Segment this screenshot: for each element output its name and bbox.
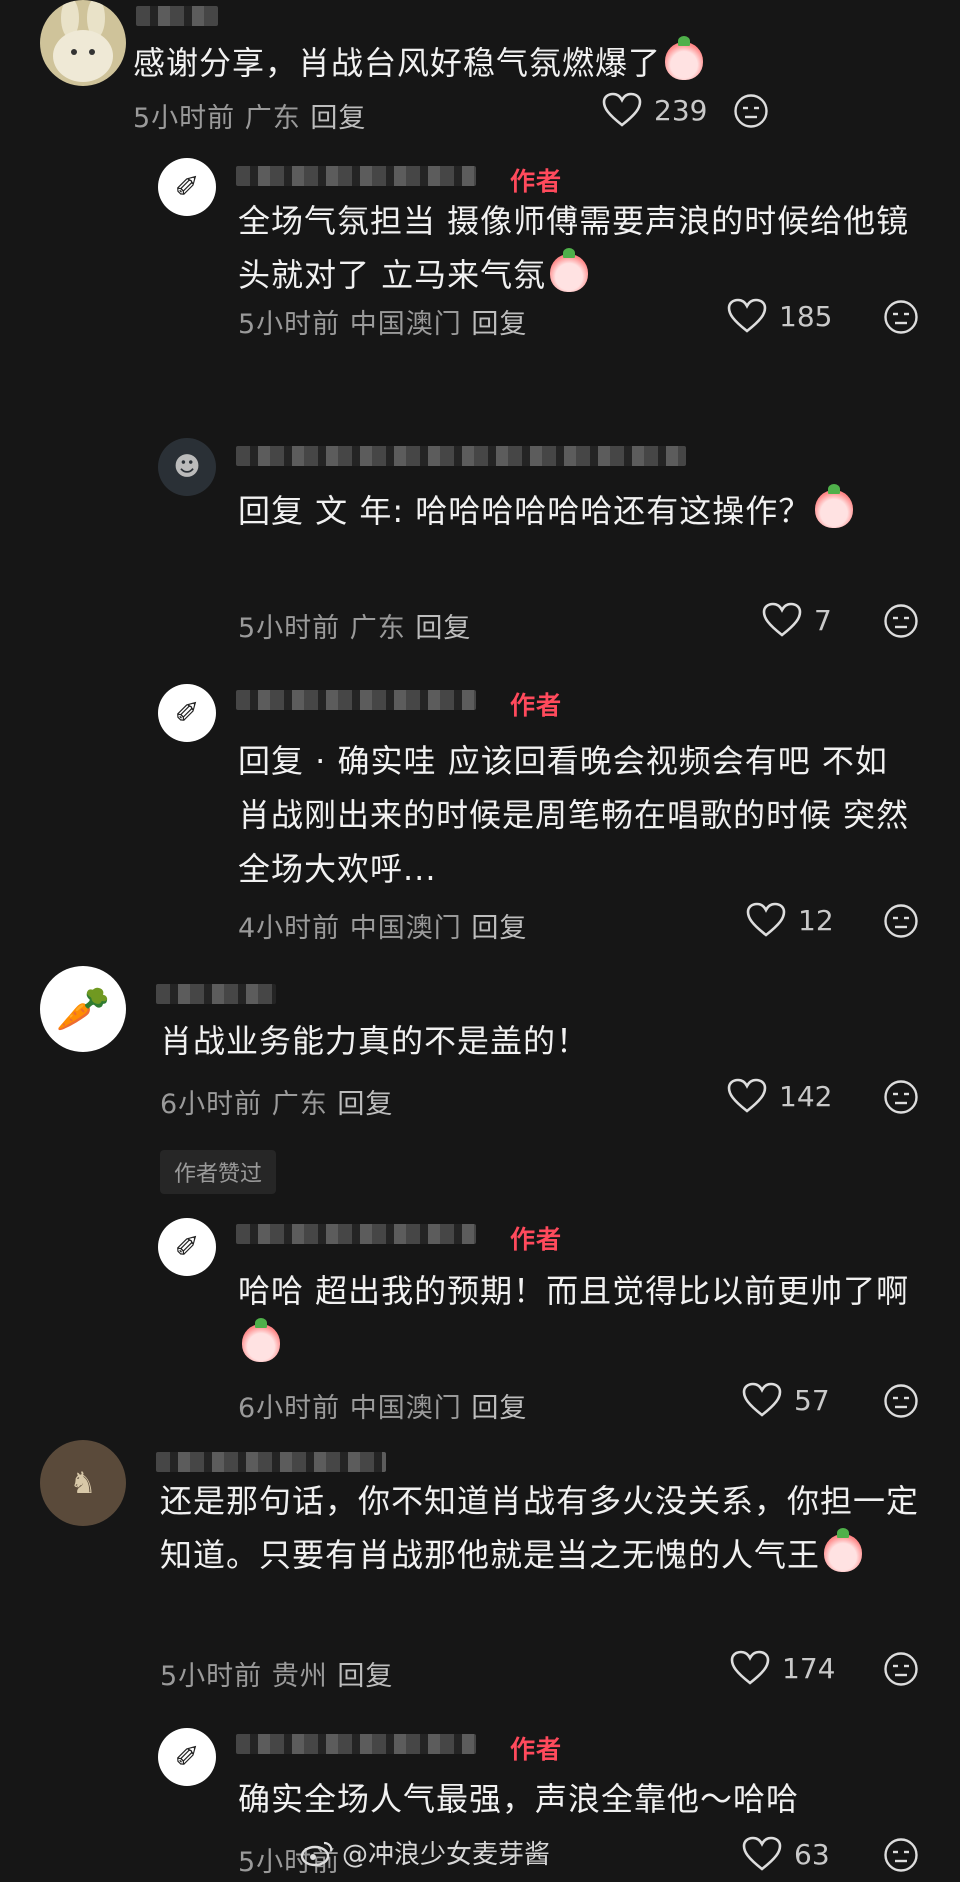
neutral-face-icon[interactable] xyxy=(883,1079,919,1115)
reply-button[interactable]: 回复 xyxy=(310,103,366,134)
username-mosaic xyxy=(236,690,476,710)
reply-button[interactable]: 回复 xyxy=(337,1089,393,1120)
peach-emoji-icon xyxy=(242,1318,280,1362)
like-button[interactable]: 7 xyxy=(762,602,832,638)
neutral-face-icon[interactable] xyxy=(733,93,769,129)
author-badge: 作者 xyxy=(510,167,563,196)
username-mosaic xyxy=(236,166,476,186)
reply-button[interactable]: 回复 xyxy=(415,613,471,644)
peach-emoji-icon xyxy=(815,484,854,528)
comment-text: 哈哈 超出我的预期！而且觉得比以前更帅了啊 xyxy=(238,1264,920,1372)
avatar-rabbit[interactable] xyxy=(40,0,126,86)
heart-outline-icon xyxy=(730,1650,770,1685)
comment-meta: 6小时前 广东 回复 xyxy=(160,1089,394,1120)
like-button[interactable]: 239 xyxy=(602,92,707,128)
liked-by-author-tag: 作者赞过 xyxy=(160,1150,277,1194)
neutral-face-icon[interactable] xyxy=(883,1651,919,1687)
comment-text: 全场气氛担当 摄像师傅需要声浪的时候给他镜头就对了 立马来气氛 xyxy=(238,202,910,294)
comment-text: 肖战业务能力真的不是盖的！ xyxy=(160,1022,590,1060)
avatar-author[interactable]: ✐ xyxy=(158,1218,216,1276)
comment-text: 还是那句话，你不知道肖战有多火没关系，你担一定知道。只要有肖战那他就是当之无愧的… xyxy=(160,1482,920,1574)
avatar-author[interactable]: ✐ xyxy=(158,158,216,216)
reply-button[interactable]: 回复 xyxy=(337,1661,393,1692)
like-button[interactable]: 12 xyxy=(746,902,834,938)
reply-button[interactable]: 回复 xyxy=(471,309,527,340)
like-button[interactable]: 174 xyxy=(730,1650,835,1686)
comment-meta: 4小时前 中国澳门 回复 xyxy=(238,913,528,944)
username-mosaic xyxy=(236,446,686,466)
peach-emoji-icon xyxy=(824,1528,863,1572)
reply-button[interactable]: 回复 xyxy=(471,913,527,944)
like-button[interactable]: 63 xyxy=(742,1836,830,1872)
heart-outline-icon xyxy=(727,1078,767,1113)
avatar-author[interactable]: ✐ xyxy=(158,684,216,742)
neutral-face-icon[interactable] xyxy=(883,1383,919,1419)
username-mosaic xyxy=(136,6,218,26)
avatar-user[interactable]: ♞ xyxy=(40,1440,126,1526)
heart-outline-icon xyxy=(762,602,802,637)
comment-text: 回复 文 年: 哈哈哈哈哈哈还有这操作？ xyxy=(238,484,920,538)
neutral-face-icon[interactable] xyxy=(883,903,919,939)
watermark: @冲浪少女麦芽酱 xyxy=(300,1834,550,1871)
avatar-author[interactable]: ✐ xyxy=(158,1728,216,1786)
comment-text: 确实全场人气最强，声浪全靠他～哈哈 xyxy=(238,1780,800,1818)
comment-meta: 5小时前 广东 回复 xyxy=(133,103,367,134)
comment-meta: 5小时前 广东 回复 xyxy=(238,613,472,644)
username-mosaic xyxy=(156,1452,386,1472)
neutral-face-icon[interactable] xyxy=(883,299,919,335)
comment-meta: 6小时前 中国澳门 回复 xyxy=(238,1393,528,1424)
comment-text: 回复 · 确实哇 应该回看晚会视频会有吧 不如肖战刚出来的时候是周笔畅在唱歌的时… xyxy=(238,742,910,888)
comment-meta: 5小时前 贵州 回复 xyxy=(160,1661,394,1692)
like-button[interactable]: 57 xyxy=(742,1382,830,1418)
avatar-carrot[interactable]: 🥕 xyxy=(40,966,126,1052)
heart-outline-icon xyxy=(746,902,786,937)
peach-emoji-icon xyxy=(550,248,589,292)
like-button[interactable]: 142 xyxy=(727,1078,832,1114)
reply-button[interactable]: 回复 xyxy=(471,1393,527,1424)
heart-outline-icon xyxy=(602,92,642,127)
author-badge: 作者 xyxy=(510,1735,563,1764)
like-button[interactable]: 185 xyxy=(727,298,832,334)
neutral-face-icon[interactable] xyxy=(883,1837,919,1873)
heart-outline-icon xyxy=(742,1382,782,1417)
username-mosaic xyxy=(156,984,276,1004)
author-badge: 作者 xyxy=(510,1225,563,1254)
author-badge: 作者 xyxy=(510,691,563,720)
weibo-logo-icon xyxy=(300,1841,333,1866)
comment-meta: 5小时前 中国澳门 回复 xyxy=(238,309,528,340)
username-mosaic xyxy=(236,1734,476,1754)
heart-outline-icon xyxy=(727,298,767,333)
avatar-user[interactable]: ☻ xyxy=(158,438,216,496)
username-mosaic xyxy=(236,1224,476,1244)
comment-text: 感谢分享，肖战台风好稳气氛燃爆了 xyxy=(133,36,920,90)
heart-outline-icon xyxy=(742,1836,782,1871)
neutral-face-icon[interactable] xyxy=(883,603,919,639)
peach-emoji-icon xyxy=(665,36,704,80)
